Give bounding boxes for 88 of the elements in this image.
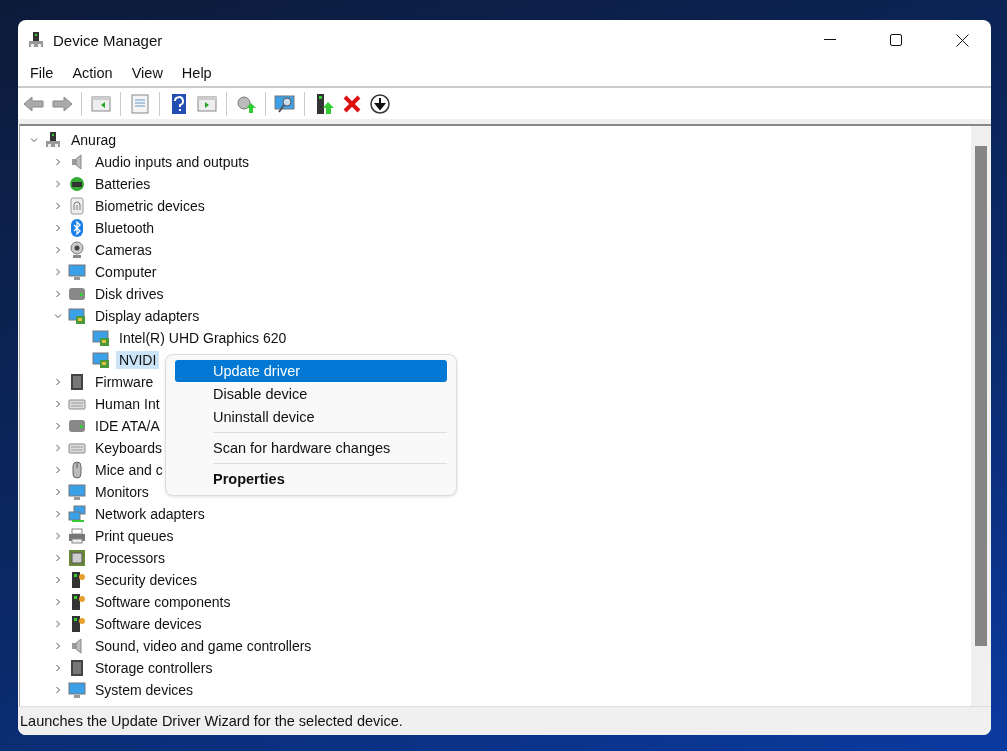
tree-item[interactable]: Security devices <box>92 571 200 589</box>
tree-item[interactable]: Human Int <box>92 395 163 413</box>
drive-icon <box>68 417 86 435</box>
tree-item[interactable]: Intel(R) UHD Graphics 620 <box>116 329 290 347</box>
status-text: Launches the Update Driver Wizard for the selected device. <box>19 713 403 729</box>
collapse-chevron-icon[interactable] <box>30 136 38 144</box>
maximize-icon <box>890 34 902 46</box>
expand-chevron-icon[interactable] <box>54 268 62 276</box>
expand-chevron-icon[interactable] <box>54 158 62 166</box>
expand-chevron-icon[interactable] <box>54 290 62 298</box>
expand-chevron-icon[interactable] <box>54 488 62 496</box>
monitor-icon <box>68 483 86 501</box>
chip-icon <box>68 373 86 391</box>
scrollbar[interactable] <box>971 126 991 706</box>
expand-chevron-icon[interactable] <box>54 642 62 650</box>
bluetooth-icon <box>68 219 86 237</box>
context-menu-item[interactable]: Update driver <box>175 360 447 382</box>
expand-chevron-icon[interactable] <box>54 686 62 694</box>
context-menu-item[interactable]: Uninstall device <box>175 406 447 428</box>
down-arrow-circle-icon[interactable] <box>369 92 391 115</box>
expand-chevron-icon[interactable] <box>54 378 62 386</box>
close-icon <box>955 33 969 47</box>
tree-item[interactable]: Disk drives <box>92 285 167 303</box>
tree-item[interactable]: Cameras <box>92 241 155 259</box>
expand-chevron-icon[interactable] <box>54 246 62 254</box>
webcam-icon <box>68 241 86 259</box>
tree-item[interactable]: Bluetooth <box>92 219 158 237</box>
expand-chevron-icon[interactable] <box>54 532 62 540</box>
monitor-icon <box>68 263 86 281</box>
monitor-icon <box>68 681 86 699</box>
expand-chevron-icon[interactable] <box>54 554 62 562</box>
expand-chevron-icon[interactable] <box>54 400 62 408</box>
tree-item[interactable]: System devices <box>92 681 197 699</box>
expand-chevron-icon[interactable] <box>54 444 62 452</box>
expand-chevron-icon[interactable] <box>54 598 62 606</box>
display-card-icon <box>92 351 110 369</box>
properties-sheet-icon[interactable] <box>129 92 151 115</box>
display-card-icon <box>68 307 86 325</box>
menu-item[interactable]: Help <box>172 63 221 83</box>
expand-chevron-icon[interactable] <box>54 466 62 474</box>
expand-chevron-icon[interactable] <box>54 422 62 430</box>
tree-item[interactable]: Keyboards <box>92 439 165 457</box>
battery-icon <box>68 175 86 193</box>
tree-item[interactable]: Batteries <box>92 175 154 193</box>
tree-item[interactable]: NVIDI <box>116 351 160 369</box>
tree-item[interactable]: Audio inputs and outputs <box>92 153 253 171</box>
expand-chevron-icon[interactable] <box>54 620 62 628</box>
menu-item[interactable]: Action <box>63 63 122 83</box>
tree-item[interactable]: Mice and c <box>92 461 166 479</box>
expand-chevron-icon[interactable] <box>54 510 62 518</box>
tree-item[interactable]: Storage controllers <box>92 659 216 677</box>
tree-item[interactable]: Sound, video and game controllers <box>92 637 315 655</box>
tree-item[interactable]: Software components <box>92 593 234 611</box>
minimize-icon <box>824 39 836 41</box>
display-card-icon <box>92 329 110 347</box>
tree-item[interactable]: Biometric devices <box>92 197 208 215</box>
context-menu-item[interactable]: Scan for hardware changes <box>175 437 447 459</box>
app-icon <box>27 31 45 49</box>
chip-icon <box>68 659 86 677</box>
processor-icon <box>68 549 86 567</box>
tree-item[interactable]: Print queues <box>92 527 177 545</box>
tree-item[interactable]: Display adapters <box>92 307 203 325</box>
collapse-chevron-icon[interactable] <box>54 312 62 320</box>
context-menu-item[interactable]: Properties <box>175 468 447 490</box>
tree-item[interactable]: Processors <box>92 549 169 567</box>
computer-icon <box>44 131 62 149</box>
monitor-magnifier-icon[interactable] <box>274 92 296 115</box>
scrollbar-thumb[interactable] <box>975 146 987 646</box>
network-icon <box>68 505 86 523</box>
printer-icon <box>68 527 86 545</box>
tree-item[interactable]: Monitors <box>92 483 152 501</box>
window-title: Device Manager <box>53 31 164 49</box>
tree-item[interactable]: Firmware <box>92 373 157 391</box>
expand-chevron-icon[interactable] <box>54 664 62 672</box>
fingerprint-icon <box>68 197 86 215</box>
menu-item[interactable]: File <box>21 63 63 83</box>
context-menu-item[interactable]: Disable device <box>175 383 447 405</box>
expand-chevron-icon[interactable] <box>54 202 62 210</box>
expand-chevron-icon[interactable] <box>54 576 62 584</box>
tree-item[interactable]: Software devices <box>92 615 205 633</box>
expand-chevron-icon[interactable] <box>54 180 62 188</box>
menu-item[interactable]: View <box>122 63 172 83</box>
drive-icon <box>68 285 86 303</box>
tree-item[interactable]: Anurag <box>68 131 120 149</box>
expand-chevron-icon[interactable] <box>54 224 62 232</box>
tree-item[interactable]: IDE ATA/A <box>92 417 163 435</box>
tree-item[interactable]: Network adapters <box>92 505 208 523</box>
tree-item[interactable]: Computer <box>92 263 160 281</box>
